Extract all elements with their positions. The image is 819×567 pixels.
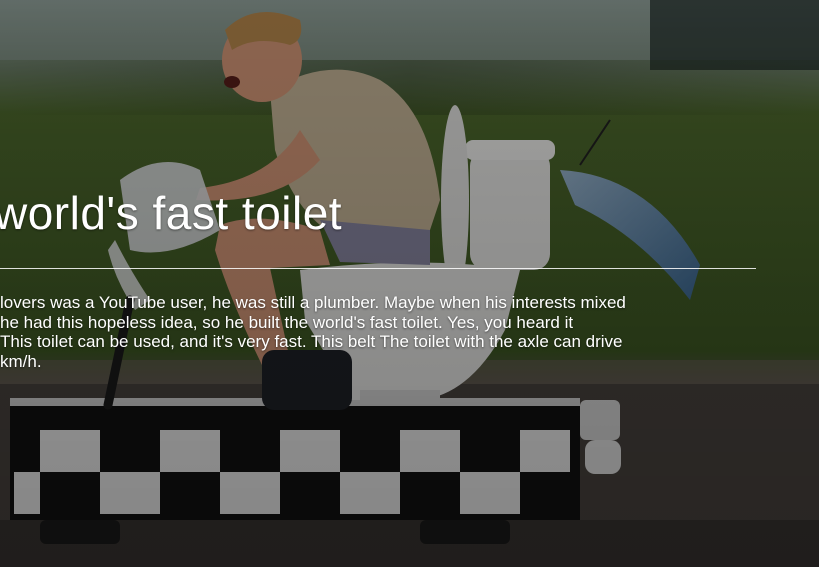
slide-title: world's fast toilet (0, 187, 343, 239)
paragraph-line: lovers was a YouTube user, he was still … (0, 293, 626, 312)
paragraph-line: This toilet can be used, and it's very f… (0, 332, 623, 351)
paragraph-line: km/h. (0, 351, 42, 371)
slide-paragraph: lovers was a YouTube user, he was still … (0, 293, 819, 371)
background-photo (0, 0, 819, 567)
title-divider (0, 268, 756, 269)
paragraph-line: he had this hopeless idea, so he built t… (0, 312, 574, 332)
